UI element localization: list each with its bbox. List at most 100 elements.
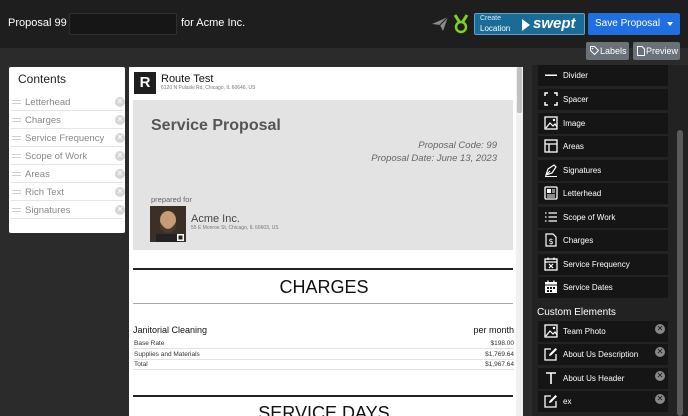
prepared-for-label: prepared for bbox=[151, 195, 192, 204]
proposal-date: Proposal Date: June 13, 2023 bbox=[371, 153, 497, 164]
letterhead-company: Route Test bbox=[161, 73, 214, 85]
client-photo bbox=[150, 206, 186, 242]
letterhead-icon bbox=[544, 186, 558, 200]
contents-item-areas[interactable]: Areas ✕ bbox=[11, 165, 125, 183]
svg-text:$: $ bbox=[548, 237, 553, 246]
save-proposal-button[interactable]: Save Proposal bbox=[588, 13, 680, 35]
custom-element-about-us-description[interactable]: About Us Description ✕ bbox=[538, 344, 668, 365]
element-areas[interactable]: Areas bbox=[538, 136, 668, 157]
contents-list: Letterhead ✕ Charges ✕ Service Frequency ✕ … bbox=[11, 93, 133, 219]
custom-element-ex[interactable]: ex ✕ bbox=[538, 391, 668, 412]
preview-label: Preview bbox=[646, 46, 679, 56]
remove-icon[interactable]: ✕ bbox=[115, 151, 125, 161]
drag-handle-icon[interactable] bbox=[12, 136, 21, 140]
element-service-frequency[interactable]: Service Frequency bbox=[538, 254, 668, 275]
service-days-heading: SERVICE DAYS bbox=[258, 403, 390, 416]
proposal-document: R Route Test 6120 N Pulaski Rd, Chicago,… bbox=[129, 67, 519, 416]
contents-panel: Contents Letterhead ✕ Charges ✕ Service Fr… bbox=[9, 67, 125, 233]
proposal-name-input[interactable] bbox=[69, 13, 177, 35]
custom-elements-heading: Custom Elements bbox=[537, 307, 616, 318]
client-address: 55 E Monroe St, Chicago, IL 60603, US bbox=[191, 225, 279, 231]
elements-scrollbar-thumb[interactable] bbox=[677, 130, 683, 416]
tag-icon bbox=[590, 46, 599, 55]
areas-icon bbox=[544, 139, 558, 153]
drag-handle-icon[interactable] bbox=[12, 208, 21, 212]
create-location-swept-button[interactable]: Create Location swept bbox=[474, 13, 585, 35]
remove-icon[interactable]: ✕ bbox=[115, 187, 125, 197]
charge-line: Base Rate $198.00 bbox=[133, 340, 514, 349]
swept-create-label: Create bbox=[480, 15, 502, 22]
service-name: Janitorial Cleaning bbox=[133, 325, 208, 335]
drag-handle-icon[interactable] bbox=[12, 118, 21, 122]
chevron-down-icon[interactable] bbox=[667, 22, 673, 26]
divider-icon bbox=[545, 74, 557, 76]
edit-icon bbox=[544, 395, 557, 408]
charges-heading: CHARGES bbox=[279, 277, 369, 297]
preview-button[interactable]: Preview bbox=[633, 42, 680, 60]
charge-total-line: Total $1,967.64 bbox=[133, 361, 514, 370]
remove-icon[interactable]: ✕ bbox=[115, 133, 125, 143]
element-spacer[interactable]: Spacer bbox=[538, 89, 668, 110]
image-icon bbox=[544, 116, 558, 130]
custom-element-team-photo[interactable]: Team Photo ✕ bbox=[538, 321, 668, 342]
element-signatures[interactable]: Signatures bbox=[538, 160, 668, 181]
contents-item-scope-of-work[interactable]: Scope of Work ✕ bbox=[11, 147, 125, 165]
award-icon[interactable] bbox=[452, 14, 470, 34]
drag-handle-icon[interactable] bbox=[12, 190, 21, 194]
contents-item-charges[interactable]: Charges ✕ bbox=[11, 111, 125, 129]
remove-icon[interactable]: ✕ bbox=[115, 205, 125, 215]
send-icon[interactable] bbox=[431, 15, 449, 33]
document-scrollbar-thumb[interactable] bbox=[517, 67, 522, 113]
play-icon bbox=[522, 19, 530, 31]
section-divider bbox=[133, 303, 513, 304]
file-icon bbox=[637, 46, 645, 56]
page-title-prefix: Proposal 99 - bbox=[8, 17, 74, 29]
element-scope-of-work[interactable]: Scope of Work bbox=[538, 207, 668, 228]
section-divider bbox=[133, 268, 513, 270]
remove-icon[interactable]: ✕ bbox=[655, 347, 665, 357]
element-divider[interactable]: Divider bbox=[538, 65, 668, 86]
section-divider bbox=[133, 395, 513, 397]
remove-icon[interactable]: ✕ bbox=[115, 115, 125, 125]
calendar-icon bbox=[545, 280, 557, 293]
document-scrollbar[interactable] bbox=[516, 67, 523, 416]
element-charges[interactable]: $ Charges bbox=[538, 230, 668, 251]
contents-title: Contents bbox=[18, 72, 67, 86]
contents-item-service-frequency[interactable]: Service Frequency ✕ bbox=[11, 129, 125, 147]
save-proposal-label: Save Proposal bbox=[595, 18, 661, 29]
element-letterhead[interactable]: Letterhead bbox=[538, 183, 668, 204]
cover-title: Service Proposal bbox=[151, 117, 281, 134]
contents-item-rich-text[interactable]: Rich Text ✕ bbox=[11, 183, 125, 201]
custom-element-about-us-header[interactable]: About Us Header ✕ bbox=[538, 368, 668, 389]
list-icon bbox=[545, 212, 557, 222]
swept-logo-text: swept bbox=[533, 15, 576, 32]
remove-icon[interactable]: ✕ bbox=[655, 394, 665, 404]
remove-icon[interactable]: ✕ bbox=[655, 324, 665, 334]
swept-location-label: Location bbox=[480, 24, 511, 33]
page-title-suffix: for Acme Inc. bbox=[181, 17, 246, 29]
remove-icon[interactable]: ✕ bbox=[115, 169, 125, 179]
element-image[interactable]: Image bbox=[538, 113, 668, 134]
company-logo: R bbox=[134, 72, 156, 94]
contents-item-signatures[interactable]: Signatures ✕ bbox=[11, 201, 125, 219]
image-icon bbox=[544, 324, 558, 338]
proposal-code: Proposal Code: 99 bbox=[418, 140, 497, 151]
remove-icon[interactable]: ✕ bbox=[115, 97, 125, 107]
labels-button[interactable]: Labels bbox=[586, 42, 629, 60]
calendar-x-icon bbox=[544, 257, 558, 271]
drag-handle-icon[interactable] bbox=[12, 154, 21, 158]
text-icon bbox=[546, 372, 556, 384]
letterhead-address: 6120 N Pulaski Rd, Chicago, IL 60646, US bbox=[161, 85, 256, 91]
labels-label: Labels bbox=[600, 46, 627, 56]
contents-item-letterhead[interactable]: Letterhead ✕ bbox=[11, 93, 125, 111]
remove-icon[interactable]: ✕ bbox=[655, 371, 665, 381]
edit-icon bbox=[544, 348, 557, 361]
drag-handle-icon[interactable] bbox=[12, 172, 21, 176]
signature-icon bbox=[545, 164, 557, 177]
element-service-dates[interactable]: Service Dates bbox=[538, 277, 668, 298]
dollar-icon: $ bbox=[545, 233, 557, 247]
client-name: Acme Inc. bbox=[191, 213, 240, 225]
billing-period: per month bbox=[473, 325, 514, 335]
drag-handle-icon[interactable] bbox=[12, 100, 21, 104]
cover-section[interactable]: Service Proposal Proposal Code: 99 Propo… bbox=[133, 100, 513, 250]
